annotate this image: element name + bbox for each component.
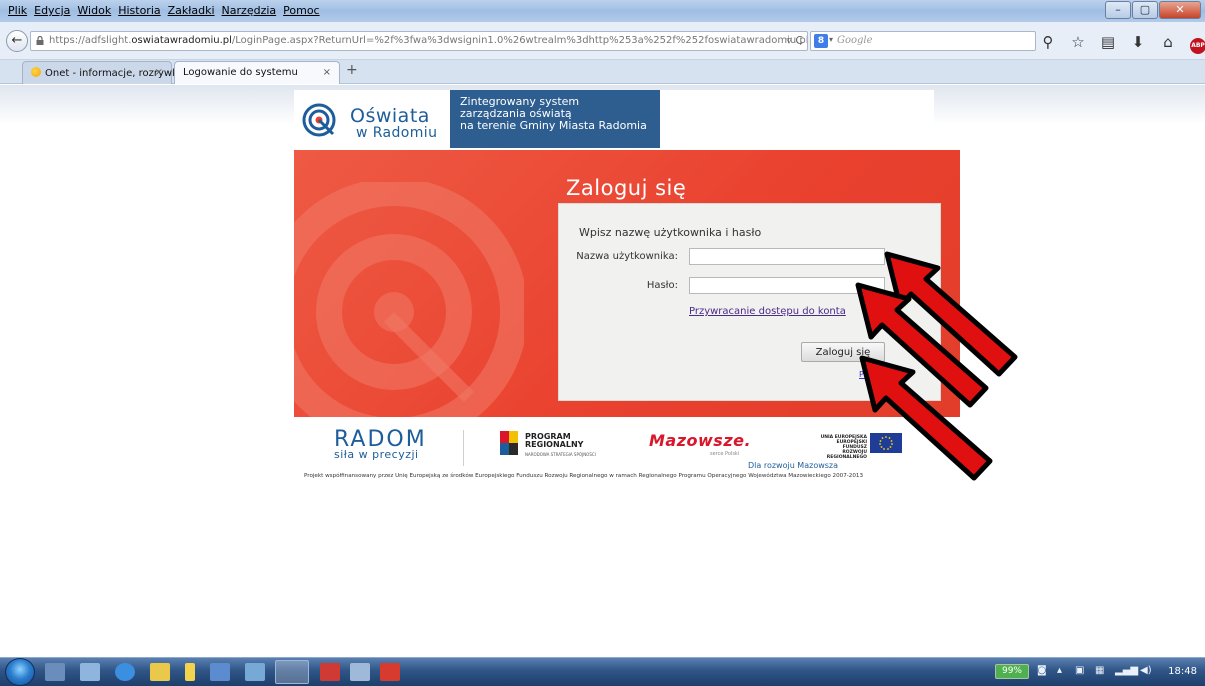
menu-narzedzia[interactable]: Narzędzia	[222, 4, 277, 17]
oswiata-logo-icon	[302, 103, 336, 137]
site-header: Oświata w Radomiu Zintegrowany system za…	[294, 90, 934, 148]
tray-network-icon[interactable]: ▦	[1095, 665, 1104, 676]
recover-account-link[interactable]: Przywracanie dostępu do konta	[689, 306, 846, 317]
url-prefix: https://adfslight.	[49, 35, 132, 46]
login-title: Zaloguj się	[566, 176, 687, 200]
menu-historia[interactable]: Historia	[118, 4, 160, 17]
eu-line3: ROZWOJU REGIONALNEGO	[826, 450, 867, 460]
login-button[interactable]: Zaloguj się	[801, 342, 885, 362]
menu-widok[interactable]: Widok	[77, 4, 111, 17]
calculator-icon[interactable]	[210, 663, 230, 681]
maximize-button[interactable]: ▢	[1132, 1, 1158, 19]
dropdown-icon: ▾	[829, 35, 834, 44]
battery-indicator[interactable]: 99%	[995, 664, 1029, 679]
url-path: /LoginPage.aspx?ReturnUrl=%2f%3fwa%3dwsi…	[231, 35, 808, 46]
toolbar-icons: ⚲ ☆ ▤ ⬇ ⌂ ABP ≡	[1040, 33, 1205, 54]
close-tab-icon[interactable]: ×	[323, 67, 331, 78]
login-form: Wpisz nazwę użytkownika i hasło Nazwa uż…	[558, 203, 941, 401]
close-window-button[interactable]: ✕	[1159, 1, 1201, 19]
volume-icon[interactable]: ◀)	[1140, 665, 1152, 676]
arrow-left-icon: ←	[11, 33, 23, 48]
explorer-icon[interactable]	[80, 663, 100, 681]
secondary-link[interactable]: Po	[859, 370, 868, 379]
tab-bar: Onet - informacje, rozrywk... × Logowani…	[0, 60, 1205, 84]
system-tray: 99% ◙ ▴ ▣ ▦ ▂▄▆ ◀) 18:48	[975, 658, 1205, 686]
menu-zakladki[interactable]: Zakładki	[168, 4, 215, 17]
onet-favicon-icon	[31, 67, 41, 77]
tray-expand-icon[interactable]: ▴	[1057, 665, 1062, 676]
logo-subtitle: w Radomiu	[356, 125, 438, 141]
folder-icon[interactable]	[150, 663, 170, 681]
tab-onet[interactable]: Onet - informacje, rozrywk... ×	[22, 61, 187, 84]
windows-taskbar: 99% ◙ ▴ ▣ ▦ ▂▄▆ ◀) 18:48	[0, 657, 1205, 686]
acrobat-icon[interactable]	[380, 663, 400, 681]
login-panel: Zaloguj się Wpisz nazwę użytkownika i ha…	[294, 150, 960, 417]
program-regionalny-logo-icon	[500, 431, 518, 455]
username-label: Nazwa użytkownika:	[576, 251, 678, 262]
program-text: PROGRAM REGIONALNY	[525, 433, 583, 449]
home-icon[interactable]: ⌂	[1160, 33, 1176, 54]
close-tab-icon[interactable]: ×	[155, 67, 163, 78]
tagline-line3: na terenie Gminy Miasta Radomia	[460, 119, 647, 132]
window-controls: – ▢ ✕	[1104, 1, 1201, 19]
project-funding-note: Projekt współfinansowany przez Unię Euro…	[304, 473, 864, 479]
form-heading: Wpisz nazwę użytkownika i hasło	[579, 226, 762, 239]
search-icon[interactable]: ⚲	[1040, 33, 1056, 54]
download-icon[interactable]: ⬇	[1130, 33, 1146, 54]
chrome-icon[interactable]	[115, 663, 135, 681]
search-placeholder: Google	[837, 35, 873, 46]
adblock-icon[interactable]: ABP	[1190, 33, 1205, 54]
radom-slogan: siła w precyzji	[334, 448, 419, 461]
header-tagline-box: Zintegrowany system zarządzania oświatą …	[450, 90, 660, 148]
url-domain: oswiatawradomiu.pl	[131, 35, 232, 46]
logo-title: Oświata	[350, 105, 430, 127]
tab-label: Logowanie do systemu	[183, 67, 298, 78]
app-icon[interactable]	[185, 663, 195, 681]
page-viewport: Oświata w Radomiu Zintegrowany system za…	[0, 85, 1205, 657]
tray-app-icon[interactable]: ◙	[1037, 665, 1047, 676]
google-search-engine-icon[interactable]: 8	[814, 34, 828, 48]
viewer-icon[interactable]	[350, 663, 370, 681]
eu-flag-icon	[870, 433, 902, 453]
username-input[interactable]	[689, 248, 885, 265]
address-bar[interactable]: https://adfslight.oswiatawradomiu.pl/Log…	[30, 31, 808, 51]
menu-plik[interactable]: Plik	[8, 4, 27, 17]
tray-nvidia-icon[interactable]: ▣	[1075, 665, 1084, 676]
target-decoration-icon	[294, 182, 524, 417]
divider	[463, 430, 464, 466]
program-line2: REGIONALNY	[525, 440, 584, 449]
bookmark-star-icon[interactable]: ☆	[1070, 33, 1086, 54]
back-button[interactable]: ←	[6, 30, 28, 52]
password-input[interactable]	[689, 277, 885, 294]
search-bar[interactable]: 8 ▾ Google	[810, 31, 1036, 51]
firefox-active-icon[interactable]	[275, 660, 309, 684]
window-titlebar: Plik Edycja Widok Historia Zakładki Narz…	[0, 0, 1205, 22]
show-desktop-icon[interactable]	[45, 663, 65, 681]
eu-text: UNIA EUROPEJSKA EUROPEJSKI FUNDUSZ ROZWO…	[817, 435, 867, 460]
app-red-icon[interactable]	[320, 663, 340, 681]
paint-icon[interactable]	[245, 663, 265, 681]
start-button[interactable]	[5, 658, 35, 686]
program-line3: NARODOWA STRATEGIA SPÓJNOŚCI	[525, 452, 596, 457]
bookmarks-list-icon[interactable]: ▤	[1100, 33, 1116, 54]
mazowsze-slogan: serce Polski	[710, 451, 740, 457]
navigation-bar: ← https://adfslight.oswiatawradomiu.pl/L…	[0, 22, 1205, 60]
menu-bar: Plik Edycja Widok Historia Zakładki Narz…	[8, 4, 320, 17]
lock-icon	[36, 36, 44, 45]
minimize-button[interactable]: –	[1105, 1, 1131, 19]
menu-pomoc[interactable]: Pomoc	[283, 4, 319, 17]
reload-icon[interactable]: ▿ C	[786, 34, 803, 47]
menu-edycja[interactable]: Edycja	[34, 4, 70, 17]
eu-line2: EUROPEJSKI FUNDUSZ	[836, 440, 867, 450]
tab-logowanie[interactable]: Logowanie do systemu ×	[174, 61, 340, 84]
clock[interactable]: 18:48	[1168, 666, 1197, 677]
tab-label: Onet - informacje, rozrywk...	[45, 68, 188, 79]
signal-icon[interactable]: ▂▄▆	[1115, 665, 1138, 676]
mazowsze-logo-text: Mazowsze.	[649, 431, 752, 450]
dla-rozwoju-text: Dla rozwoju Mazowsza	[748, 461, 839, 470]
password-label: Hasło:	[646, 280, 678, 291]
new-tab-button[interactable]: +	[346, 62, 358, 78]
